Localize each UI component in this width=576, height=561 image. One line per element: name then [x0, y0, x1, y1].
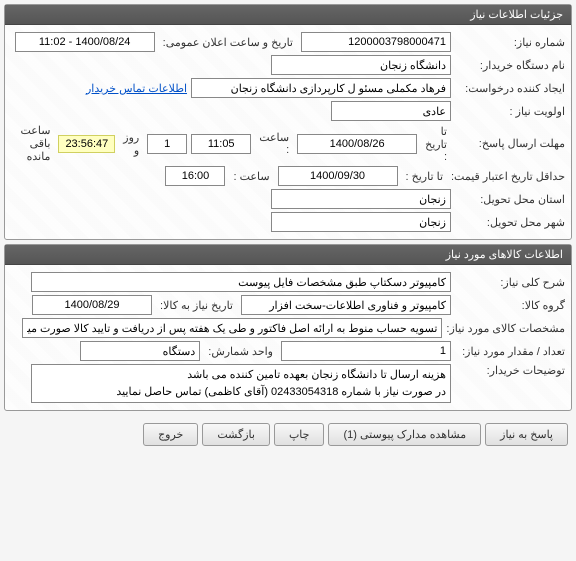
row-province: استان محل تحویل: — [11, 189, 565, 209]
row-spec: مشخصات کالای مورد نیاز: — [11, 318, 565, 338]
goods-info-panel: اطلاعات کالاهای مورد نیاز شرح کلی نیاز: … — [4, 244, 572, 411]
reply-button[interactable]: پاسخ به نیاز — [485, 423, 568, 446]
row-qty: تعداد / مقدار مورد نیاز: واحد شمارش: — [11, 341, 565, 361]
priority-label: اولویت نیاز : — [455, 105, 565, 118]
reply-time-input[interactable] — [191, 134, 251, 154]
group-label: گروه کالا: — [455, 299, 565, 312]
creator-input[interactable] — [191, 78, 451, 98]
panel1-header: جزئیات اطلاعات نیاز — [5, 5, 571, 25]
group-input[interactable] — [241, 295, 451, 315]
need-no-input[interactable] — [301, 32, 451, 52]
row-reply-deadline: مهلت ارسال پاسخ: تا تاریخ : ساعت : روز و… — [11, 124, 565, 163]
need-no-label: شماره نیاز: — [455, 36, 565, 49]
spec-input[interactable] — [22, 318, 442, 338]
city-input[interactable] — [271, 212, 451, 232]
announce-input[interactable] — [15, 32, 155, 52]
notes-input[interactable] — [31, 364, 451, 403]
buyer-input[interactable] — [271, 55, 451, 75]
row-creator: ایجاد کننده درخواست: اطلاعات تماس خریدار — [11, 78, 565, 98]
price-valid-label: حداقل تاریخ اعتبار قیمت: — [451, 170, 565, 183]
row-price-valid: حداقل تاریخ اعتبار قیمت: تا تاریخ : ساعت… — [11, 166, 565, 186]
row-group: گروه کالا: تاریخ نیاز به کالا: — [11, 295, 565, 315]
print-button[interactable]: چاپ — [274, 423, 325, 446]
footer-toolbar: پاسخ به نیاز مشاهده مدارک پیوستی (1) چاپ… — [0, 415, 576, 454]
qty-input[interactable] — [281, 341, 451, 361]
unit-input[interactable] — [80, 341, 200, 361]
unit-label: واحد شمارش: — [204, 345, 277, 358]
province-label: استان محل تحویل: — [455, 193, 565, 206]
province-input[interactable] — [271, 189, 451, 209]
reply-time-label: ساعت : — [255, 131, 293, 156]
row-notes: توضیحات خریدار: — [11, 364, 565, 403]
need-date-input[interactable] — [32, 295, 152, 315]
buyer-label: نام دستگاه خریدار: — [455, 59, 565, 72]
panel2-header: اطلاعات کالاهای مورد نیاز — [5, 245, 571, 265]
row-priority: اولویت نیاز : — [11, 101, 565, 121]
reply-deadline-label: مهلت ارسال پاسخ: — [455, 137, 565, 150]
need-details-panel: جزئیات اطلاعات نیاز شماره نیاز: تاریخ و … — [4, 4, 572, 240]
buyer-contact-link[interactable]: اطلاعات تماس خریدار — [86, 82, 187, 95]
row-desc: شرح کلی نیاز: — [11, 272, 565, 292]
city-label: شهر محل تحویل: — [455, 216, 565, 229]
notes-label: توضیحات خریدار: — [455, 364, 565, 377]
panel1-body: شماره نیاز: تاریخ و ساعت اعلان عمومی: نا… — [5, 25, 571, 239]
row-city: شهر محل تحویل: — [11, 212, 565, 232]
to-date-label: تا تاریخ : — [421, 125, 451, 163]
exit-button[interactable]: خروج — [143, 423, 198, 446]
price-to-date-label: تا تاریخ : — [402, 170, 447, 183]
panel2-body: شرح کلی نیاز: گروه کالا: تاریخ نیاز به ک… — [5, 265, 571, 410]
reply-date-input[interactable] — [297, 134, 417, 154]
price-time-label: ساعت : — [229, 170, 273, 183]
creator-label: ایجاد کننده درخواست: — [455, 82, 565, 95]
announce-label: تاریخ و ساعت اعلان عمومی: — [159, 36, 297, 49]
row-need-no: شماره نیاز: تاریخ و ساعت اعلان عمومی: — [11, 32, 565, 52]
back-button[interactable]: بازگشت — [202, 423, 270, 446]
row-buyer: نام دستگاه خریدار: — [11, 55, 565, 75]
desc-input[interactable] — [31, 272, 451, 292]
days-label: روز و — [119, 131, 143, 157]
price-time-input[interactable] — [165, 166, 225, 186]
need-date-label: تاریخ نیاز به کالا: — [156, 299, 237, 312]
qty-label: تعداد / مقدار مورد نیاز: — [455, 345, 565, 358]
days-input[interactable] — [147, 134, 187, 154]
desc-label: شرح کلی نیاز: — [455, 276, 565, 289]
price-date-input[interactable] — [278, 166, 398, 186]
spec-label: مشخصات کالای مورد نیاز: — [446, 322, 565, 335]
priority-input[interactable] — [331, 101, 451, 121]
remain-label: ساعت باقی مانده — [11, 124, 54, 163]
countdown-box: 23:56:47 — [58, 135, 115, 153]
view-attachments-button[interactable]: مشاهده مدارک پیوستی (1) — [328, 423, 481, 446]
